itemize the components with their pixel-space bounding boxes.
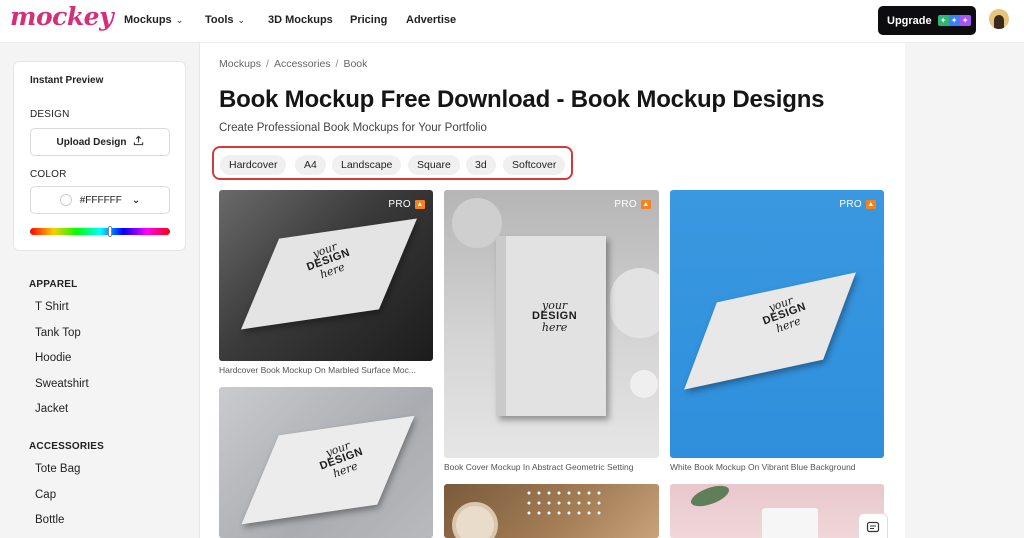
pro-badge: PRO ▲ (839, 199, 876, 210)
user-avatar[interactable] (989, 9, 1009, 29)
upload-design-button[interactable]: Upload Design (30, 128, 170, 156)
nav-advertise[interactable]: Advertise (406, 14, 456, 26)
page-title: Book Mockup Free Download - Book Mockup … (219, 86, 825, 113)
instant-preview-title: Instant Preview (30, 75, 104, 86)
mockey-logo[interactable]: mockey (10, 2, 114, 31)
color-swatch (59, 194, 72, 206)
leaf-decor (688, 484, 732, 511)
feedback-chat-icon[interactable] (858, 513, 888, 538)
sidebar-item-bottle[interactable]: Bottle (35, 514, 64, 526)
nav-pricing[interactable]: Pricing (350, 14, 387, 26)
nav-pricing-label: Pricing (350, 14, 388, 26)
nav-mockups-label: Mockups (124, 14, 172, 26)
category-title-apparel: APPAREL (29, 279, 78, 290)
color-label: COLOR (30, 169, 67, 180)
decor-sphere (630, 370, 658, 398)
sidebar-item-tank-top[interactable]: Tank Top (35, 327, 81, 339)
mockup-card[interactable] (444, 484, 659, 538)
mockup-caption[interactable]: Hardcover Book Mockup On Marbled Surface… (219, 365, 433, 375)
book-spine (496, 236, 506, 416)
design-label: DESIGN (30, 109, 70, 120)
sidebar-item-cap[interactable]: Cap (35, 489, 56, 501)
sidebar-item-hoodie[interactable]: Hoodie (35, 352, 71, 364)
coffee-cup (452, 502, 498, 538)
mockup-card[interactable]: your DESIGN here PRO ▲ (219, 190, 433, 361)
sidebar-item-jacket[interactable]: Jacket (35, 403, 68, 415)
nav-3d-mockups[interactable]: 3D Mockups (268, 14, 333, 26)
book-placeholder-text: your DESIGN here (532, 299, 578, 334)
color-value: #FFFFFF (79, 194, 122, 206)
mockup-caption[interactable]: White Book Mockup On Vibrant Blue Backgr… (670, 462, 884, 472)
breadcrumb: Mockups / Accessories / Book (219, 58, 368, 70)
tag-landscape[interactable]: Landscape (332, 155, 402, 175)
nav-tools-label: Tools (205, 14, 234, 26)
hue-slider-thumb[interactable] (108, 226, 112, 237)
upgrade-button[interactable]: Upgrade ✦ ✦ ✦ (878, 6, 976, 35)
crown-icon: ▲ (415, 200, 425, 209)
flower-decor (524, 488, 604, 518)
sidebar-item-tote-bag[interactable]: Tote Bag (35, 463, 80, 475)
sidebar-item-sweatshirt[interactable]: Sweatshirt (35, 378, 89, 390)
chevron-down-icon: ⌄ (131, 194, 141, 206)
nav-tools[interactable]: Tools ⌄ (205, 14, 245, 26)
decor-sphere (452, 198, 502, 248)
pro-badge: PRO ▲ (388, 199, 425, 210)
mockup-card[interactable]: your DESIGN here PRO ▲ (444, 190, 659, 458)
sidebar-item-t-shirt[interactable]: T Shirt (35, 301, 69, 313)
decor-shape (610, 268, 659, 338)
hue-slider[interactable] (30, 226, 170, 237)
tag-softcover[interactable]: Softcover (503, 155, 566, 175)
upload-design-label: Upload Design (56, 136, 127, 148)
breadcrumb-accessories[interactable]: Accessories (274, 58, 331, 70)
main-content: Mockups / Accessories / Book Book Mockup F… (200, 43, 905, 538)
upgrade-label: Upgrade (887, 14, 932, 27)
nav-advertise-label: Advertise (406, 14, 457, 26)
left-sidebar: Instant Preview DESIGN Upload Design COL… (0, 43, 200, 538)
upload-icon (133, 135, 144, 149)
nav-3d-mockups-label: 3D Mockups (268, 14, 333, 26)
mockup-caption[interactable]: Book Cover Mockup In Abstract Geometric … (444, 462, 659, 472)
top-navigation-bar: mockey Mockups ⌄ Tools ⌄ 3D Mockups Pricin… (0, 0, 1024, 43)
color-select[interactable]: #FFFFFF ⌄ (30, 186, 170, 214)
right-gutter (905, 43, 1024, 538)
breadcrumb-book: Book (343, 58, 368, 70)
tag-a4[interactable]: A4 (295, 155, 326, 175)
upgrade-sparkle-icon: ✦ ✦ ✦ (937, 15, 971, 26)
chevron-down-icon: ⌄ (175, 14, 184, 25)
crown-icon: ▲ (641, 200, 651, 209)
breadcrumb-mockups[interactable]: Mockups (219, 58, 261, 70)
page-subtitle: Create Professional Book Mockups for You… (219, 122, 487, 134)
filter-tags: Hardcover A4 Landscape Square 3d Softcov… (212, 146, 573, 180)
mockup-card[interactable]: your DESIGN here PRO ▲ (670, 190, 884, 458)
nav-mockups[interactable]: Mockups ⌄ (124, 14, 183, 26)
tag-square[interactable]: Square (408, 155, 460, 175)
chevron-down-icon: ⌄ (237, 14, 246, 25)
book-mockup-image (762, 508, 818, 538)
mockup-card[interactable]: your DESIGN here (219, 387, 433, 538)
mockup-card[interactable] (670, 484, 884, 538)
instant-preview-panel: Instant Preview DESIGN Upload Design COL… (13, 61, 186, 251)
tag-hardcover[interactable]: Hardcover (220, 155, 287, 175)
category-title-accessories: ACCESSORIES (29, 441, 104, 452)
tag-3d[interactable]: 3d (466, 155, 496, 175)
pro-badge: PRO ▲ (614, 199, 651, 210)
crown-icon: ▲ (866, 200, 876, 209)
